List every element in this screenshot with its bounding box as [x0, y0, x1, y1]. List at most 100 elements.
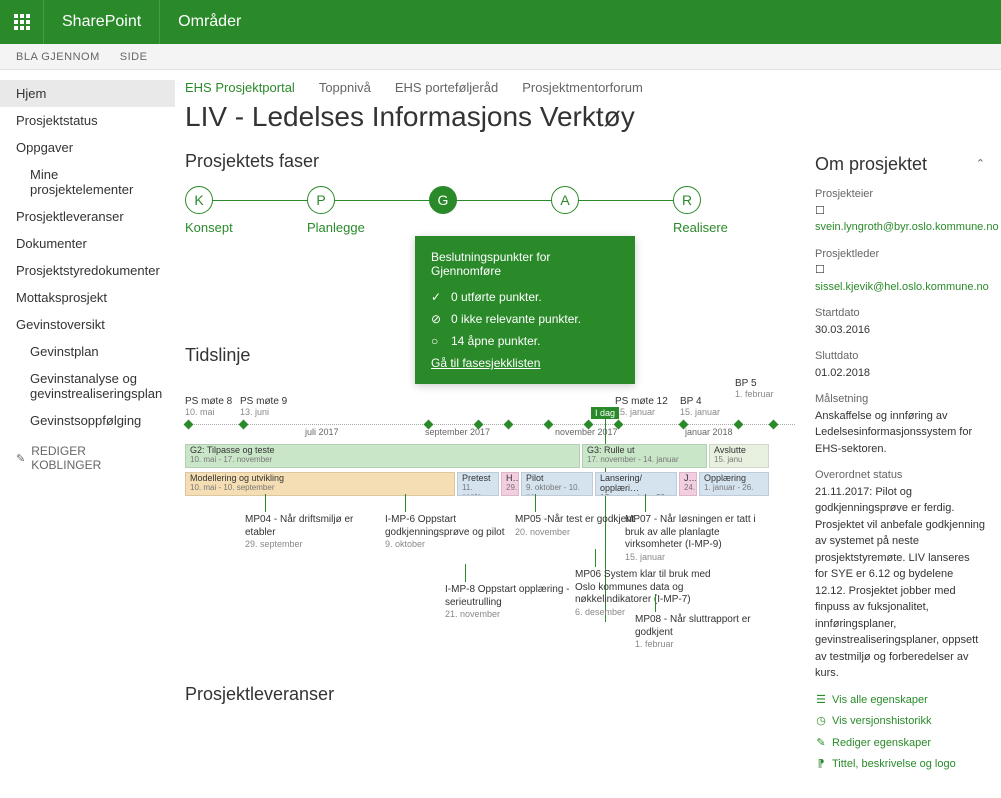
- link-all-props-label: Vis alle egenskaper: [832, 692, 928, 709]
- topnav-item[interactable]: EHS porteføljeråd: [395, 80, 498, 95]
- owner-link[interactable]: svein.lyngroth@byr.oslo.kommune.no: [815, 221, 999, 233]
- tooltip-open: 14 åpne punkter.: [451, 334, 540, 348]
- leftnav-item[interactable]: Mottaksprosjekt: [0, 284, 175, 311]
- phase-circle: G: [429, 186, 457, 214]
- tooltip-title: Beslutningspunkter for Gjennomføre: [431, 250, 619, 278]
- phase[interactable]: RRealisere: [673, 186, 795, 235]
- milestone: PS møte 1215. januar: [615, 396, 668, 417]
- milestone: PS møte 913. juni: [240, 396, 287, 417]
- leftnav-item[interactable]: Gevinstanalyse og gevinstrealiseringspla…: [0, 365, 175, 407]
- about-panel: Om prosjektet ⌃ Prosjekteier☐ svein.lyng…: [815, 151, 985, 778]
- link-edit-label: Rediger egenskaper: [832, 735, 931, 752]
- topnav-item[interactable]: Prosjektmentorforum: [522, 80, 643, 95]
- ribbon-browse[interactable]: BLA GJENNOM: [16, 51, 100, 63]
- callout-line: [265, 494, 266, 512]
- leftnav-item[interactable]: Gevinstsoppfølging: [0, 407, 175, 434]
- leftnav-item[interactable]: Prosjektstatus: [0, 107, 175, 134]
- topnav-item[interactable]: EHS Prosjektportal: [185, 80, 295, 95]
- callout-line: [655, 594, 656, 612]
- section-phases: Prosjektets faser: [185, 151, 795, 172]
- callout-line: [535, 494, 536, 512]
- ribbon-page[interactable]: SIDE: [120, 51, 148, 63]
- leftnav-item[interactable]: Mine prosjektelementer: [0, 161, 175, 203]
- phase-circle: K: [185, 186, 213, 214]
- timeline-bar[interactable]: H…29.: [501, 472, 519, 496]
- link-history[interactable]: ◷Vis versjonshistorikk: [815, 713, 985, 730]
- phase[interactable]: A: [551, 186, 673, 235]
- timeline-bar[interactable]: Modellering og utvikling10. mai - 10. se…: [185, 472, 455, 496]
- link-title-label: Tittel, beskrivelse og logo: [832, 756, 956, 773]
- tooltip-done: 0 utførte punkter.: [451, 290, 542, 304]
- link-history-label: Vis versjonshistorikk: [832, 713, 931, 730]
- check-icon: ✓: [431, 290, 445, 304]
- callout: I-MP-6 Oppstart godkjenningsprøve og pil…: [385, 514, 525, 550]
- tick: november 2017: [555, 427, 618, 437]
- timeline-row: Modellering og utvikling10. mai - 10. se…: [185, 472, 795, 498]
- timeline-bar[interactable]: J…24.: [679, 472, 697, 496]
- timeline-bar[interactable]: G3: Rulle ut17. november - 14. januar: [582, 444, 707, 468]
- areas-label[interactable]: Områder: [160, 13, 259, 31]
- lead-link[interactable]: sissel.kjevik@hel.oslo.kommune.no: [815, 281, 989, 293]
- tooltip-irrelevant: 0 ikke relevante punkter.: [451, 312, 581, 326]
- timeline: PS møte 810. mai PS møte 913. juni PS møte…: [185, 396, 795, 664]
- section-deliverables: Prosjektleveranser: [185, 684, 795, 705]
- phase-tooltip: Beslutningspunkter for Gjennomføre ✓ 0 ut…: [415, 236, 635, 384]
- link-edit[interactable]: ✎ Rediger egenskaper: [815, 735, 985, 752]
- timeline-bar[interactable]: Lansering/ opplæri…17. november - 23. de: [595, 472, 677, 496]
- chevron-up-icon[interactable]: ⌃: [976, 156, 985, 173]
- callout-line: [465, 564, 466, 582]
- callout: MP04 - Når driftsmiljø er etabler29. sep…: [245, 514, 385, 550]
- link-all-props[interactable]: ☰ Vis alle egenskaper: [815, 692, 985, 709]
- link-title[interactable]: ⁋ Tittel, beskrivelse og logo: [815, 756, 985, 773]
- start-value: 30.03.2016: [815, 322, 985, 339]
- lead-label: Prosjektleder: [815, 246, 985, 263]
- start-label: Startdato: [815, 305, 985, 322]
- phase-circle: R: [673, 186, 701, 214]
- timeline-bar[interactable]: Pretest11. septe: [457, 472, 499, 496]
- circle-icon: ○: [431, 334, 445, 348]
- leftnav-item[interactable]: Gevinstoversikt: [0, 311, 175, 338]
- milestone: BP 51. februar: [735, 378, 774, 399]
- brand-label[interactable]: SharePoint: [44, 0, 160, 44]
- pencil-icon: ✎: [815, 735, 827, 752]
- leftnav-item[interactable]: Dokumenter: [0, 230, 175, 257]
- topnav-item[interactable]: Toppnivå: [319, 80, 371, 95]
- milestone: BP 415. januar: [680, 396, 720, 417]
- timeline-bar[interactable]: Avslutte15. janu: [709, 444, 769, 468]
- leftnav-item[interactable]: Prosjektleveranser: [0, 203, 175, 230]
- section-about: Om prosjektet: [815, 151, 927, 178]
- ribbon: BLA GJENNOM SIDE: [0, 44, 1001, 70]
- tick: januar 2018: [685, 427, 733, 437]
- timeline-bar[interactable]: G2: Tilpasse og teste10. mai - 17. novem…: [185, 444, 580, 468]
- callout: MP07 - Når løsningen er tatt i bruk av a…: [625, 514, 765, 563]
- phase[interactable]: K Konsept: [185, 186, 307, 235]
- leftnav-item[interactable]: Oppgaver: [0, 134, 175, 161]
- tick: juli 2017: [305, 427, 339, 437]
- leftnav-item[interactable]: Hjem: [0, 80, 175, 107]
- phase-stepper: KKonseptPPlanleggeGARRealisere Beslutnin…: [185, 186, 795, 235]
- left-nav: HjemProsjektstatusOppgaverMine prosjekte…: [0, 70, 175, 798]
- goal-value: Anskaffelse og innføring av Ledelsesinfo…: [815, 408, 985, 458]
- tooltip-link[interactable]: Gå til fasesjekklisten: [431, 356, 619, 370]
- leftnav-item[interactable]: Gevinstplan: [0, 338, 175, 365]
- edit-links[interactable]: ✎REDIGER KOBLINGER: [0, 434, 175, 482]
- phase-label: Konsept: [185, 220, 307, 235]
- list-icon: ☰: [815, 692, 827, 709]
- tag-icon: ⁋: [815, 756, 827, 773]
- status-label: Overordnet status: [815, 467, 985, 484]
- callout: MP06 System klar til bruk med Oslo kommu…: [575, 569, 715, 618]
- timeline-bar[interactable]: Pilot9. oktober - 10. no: [521, 472, 593, 496]
- phase[interactable]: P Planlegge: [307, 186, 429, 235]
- phase-label: Planlegge: [307, 220, 429, 235]
- app-launcher-icon[interactable]: [0, 0, 44, 44]
- callout: MP08 - Når sluttrapport er godkjent1. fe…: [635, 614, 775, 650]
- phase-circle: P: [307, 186, 335, 214]
- milestone: PS møte 810. mai: [185, 396, 232, 417]
- phase[interactable]: G: [429, 186, 551, 235]
- timeline-bar[interactable]: Opplæring1. januar - 26.: [699, 472, 769, 496]
- timeline-axis: I dag juli 2017september 2017november 20…: [185, 424, 795, 442]
- leftnav-item[interactable]: Prosjektstyredokumenter: [0, 257, 175, 284]
- callout-line: [405, 494, 406, 512]
- timeline-row: G2: Tilpasse og teste10. mai - 17. novem…: [185, 444, 795, 470]
- callout: I-MP-8 Oppstart opplæring - serieutrulli…: [445, 584, 585, 620]
